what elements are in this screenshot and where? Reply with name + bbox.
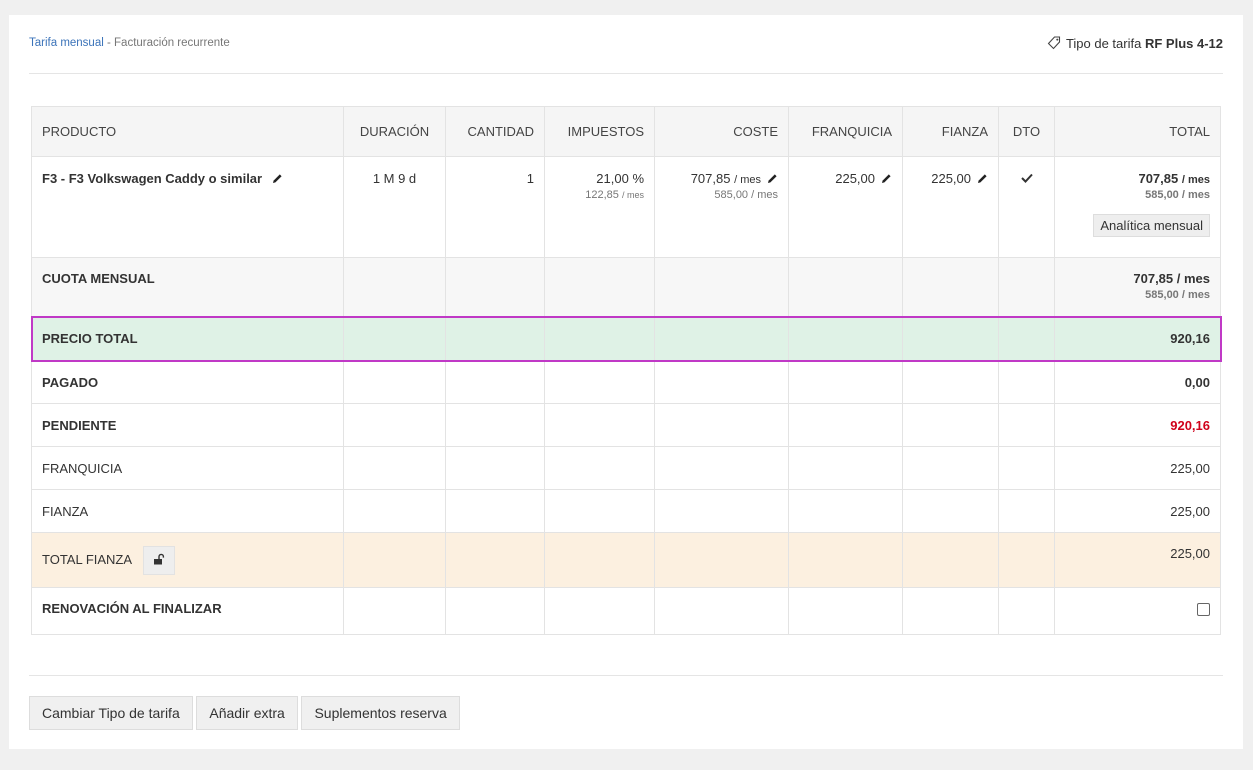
product-name: F3 - F3 Volkswagen Caddy o similar bbox=[42, 171, 263, 186]
monthly-fee-row: CUOTA MENSUAL 707,85 / mes 585,00 / mes bbox=[31, 257, 1221, 317]
panel-header: Tarifa mensual - Facturación recurrente … bbox=[29, 36, 1223, 56]
renewal-label: RENOVACIÓN AL FINALIZAR bbox=[31, 587, 344, 635]
total-cell: 707,85 / mes 585,00 / mes Analítica mens… bbox=[1054, 156, 1221, 258]
tax-amount: 122,85 / mes bbox=[555, 189, 644, 201]
monthly-fee-sub: 585,00 / mes bbox=[1145, 289, 1210, 301]
cost-unit: / mes bbox=[734, 174, 761, 186]
col-header-cantidad: CANTIDAD bbox=[445, 106, 545, 157]
pending-value: 920,16 bbox=[1054, 403, 1221, 447]
rate-panel: Tarifa mensual - Facturación recurrente … bbox=[9, 15, 1243, 749]
deposit-row: FIANZA 225,00 bbox=[31, 489, 1221, 533]
breadcrumb-current: Facturación recurrente bbox=[114, 37, 230, 49]
tax-amount-unit: / mes bbox=[621, 190, 644, 200]
rate-type-label: Tipo de tarifa bbox=[1065, 36, 1142, 51]
pending-label: PENDIENTE bbox=[31, 403, 344, 447]
quantity-cell: 1 bbox=[445, 156, 545, 258]
monthly-fee-value: 707,85 / mes bbox=[1133, 271, 1210, 286]
edit-deposit-icon[interactable] bbox=[977, 173, 988, 184]
tag-icon bbox=[1047, 36, 1060, 50]
edit-cost-icon[interactable] bbox=[767, 173, 778, 184]
divider-bottom bbox=[29, 675, 1223, 676]
cost-sub: 585,00 / mes bbox=[714, 189, 778, 201]
tax-rate: 21,00 % bbox=[596, 171, 644, 186]
deductible-cell: 225,00 bbox=[788, 156, 903, 258]
total-sub: 585,00 / mes bbox=[1145, 189, 1210, 201]
deductible-row: FRANQUICIA 225,00 bbox=[31, 446, 1221, 490]
unlock-deposit-button[interactable] bbox=[142, 545, 175, 575]
edit-product-icon[interactable] bbox=[272, 173, 283, 184]
col-header-dto: DTO bbox=[998, 106, 1055, 157]
table-header-row: PRODUCTO DURACIÓN CANTIDAD IMPUESTOS COS… bbox=[31, 106, 1221, 157]
total-price-value: 920,16 bbox=[1054, 316, 1221, 361]
total-deposit-label: TOTAL FIANZA bbox=[42, 551, 132, 567]
product-row: F3 - F3 Volkswagen Caddy o similar 1 M 9… bbox=[31, 156, 1221, 258]
edit-deductible-icon[interactable] bbox=[881, 173, 892, 184]
col-header-duracion: DURACIÓN bbox=[343, 106, 446, 157]
tax-cell: 21,00 % 122,85 / mes bbox=[544, 156, 655, 258]
total-deposit-value: 225,00 bbox=[1054, 532, 1221, 588]
cost-main: 707,85 / mes bbox=[665, 171, 778, 186]
add-extra-button[interactable]: Añadir extra bbox=[196, 696, 298, 730]
unlock-icon bbox=[153, 553, 165, 564]
col-header-producto: PRODUCTO bbox=[31, 106, 344, 157]
breadcrumb: Tarifa mensual - Facturación recurrente bbox=[29, 37, 230, 49]
deposit-cell: 225,00 bbox=[902, 156, 999, 258]
deductible-label: FRANQUICIA bbox=[31, 446, 344, 490]
actions-bar: Cambiar Tipo de tarifa Añadir extra Supl… bbox=[29, 696, 460, 730]
product-cell: F3 - F3 Volkswagen Caddy o similar bbox=[31, 156, 344, 258]
deposit-total-value: 225,00 bbox=[1054, 489, 1221, 533]
tax-amount-value: 122,85 bbox=[585, 189, 619, 201]
col-header-fianza: FIANZA bbox=[902, 106, 999, 157]
pending-row: PENDIENTE 920,16 bbox=[31, 403, 1221, 447]
renewal-row: RENOVACIÓN AL FINALIZAR bbox=[31, 587, 1221, 635]
divider-top bbox=[29, 73, 1223, 74]
col-header-impuestos: IMPUESTOS bbox=[544, 106, 655, 157]
total-value: 707,85 bbox=[1138, 171, 1179, 186]
deposit-value: 225,00 bbox=[931, 171, 971, 186]
paid-label: PAGADO bbox=[31, 360, 344, 404]
deductible-total-value: 225,00 bbox=[1054, 446, 1221, 490]
total-deposit-row: TOTAL FIANZA 225,00 bbox=[31, 532, 1221, 588]
total-price-row: PRECIO TOTAL 920,16 bbox=[30, 315, 1222, 362]
pricing-table: PRODUCTO DURACIÓN CANTIDAD IMPUESTOS COS… bbox=[30, 106, 1222, 635]
deposit-label: FIANZA bbox=[31, 489, 344, 533]
col-header-total: TOTAL bbox=[1054, 106, 1221, 157]
change-rate-type-button[interactable]: Cambiar Tipo de tarifa bbox=[29, 696, 193, 730]
paid-row: PAGADO 0,00 bbox=[31, 360, 1221, 404]
breadcrumb-link-tarifa-mensual[interactable]: Tarifa mensual bbox=[29, 37, 104, 49]
rate-type: Tipo de tarifa RF Plus 4-12 bbox=[1047, 36, 1223, 51]
check-icon[interactable] bbox=[1020, 173, 1033, 183]
renewal-checkbox[interactable] bbox=[1197, 603, 1210, 616]
monthly-fee-label: CUOTA MENSUAL bbox=[31, 257, 344, 317]
monthly-fee-total: 707,85 / mes 585,00 / mes bbox=[1054, 257, 1221, 317]
total-price-label: PRECIO TOTAL bbox=[31, 316, 344, 361]
duration-cell: 1 M 9 d bbox=[343, 156, 446, 258]
total-main: 707,85 / mes bbox=[1065, 171, 1210, 186]
cost-value: 707,85 bbox=[690, 171, 731, 186]
cost-cell: 707,85 / mes 585,00 / mes bbox=[654, 156, 789, 258]
paid-value: 0,00 bbox=[1054, 360, 1221, 404]
monthly-analytics-button[interactable]: Analítica mensual bbox=[1093, 214, 1210, 237]
breadcrumb-separator: - bbox=[103, 37, 115, 49]
total-unit: / mes bbox=[1181, 174, 1210, 186]
total-deposit-cell: TOTAL FIANZA bbox=[31, 532, 344, 588]
renewal-cell bbox=[1054, 587, 1221, 635]
booking-supplements-button[interactable]: Suplementos reserva bbox=[301, 696, 460, 730]
rate-type-value: RF Plus 4-12 bbox=[1144, 36, 1223, 51]
discount-cell bbox=[998, 156, 1055, 258]
deductible-value: 225,00 bbox=[835, 171, 875, 186]
col-header-franquicia: FRANQUICIA bbox=[788, 106, 903, 157]
col-header-coste: COSTE bbox=[654, 106, 789, 157]
